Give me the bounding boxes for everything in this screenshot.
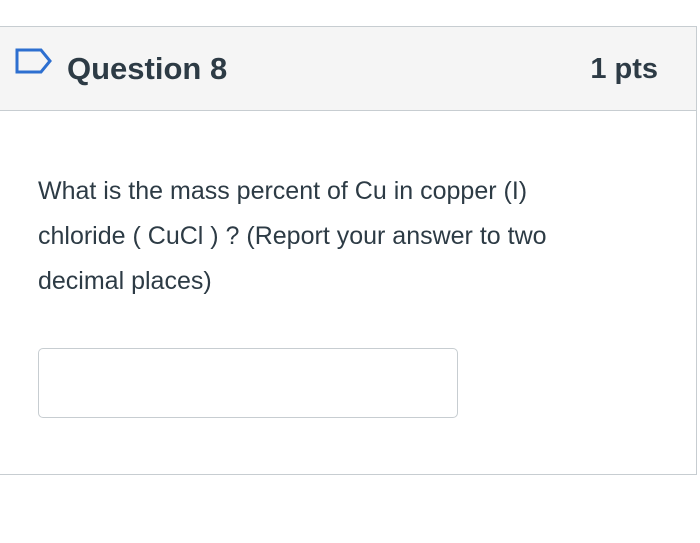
- flag-icon[interactable]: [14, 47, 54, 75]
- question-header: Question 8 1 pts: [0, 27, 696, 111]
- question-text-line: chloride ( CuCl ) ? (Report your answer …: [38, 222, 547, 250]
- question-title: Question 8: [67, 51, 228, 86]
- question-card: Question 8 1 pts What is the mass percen…: [0, 26, 697, 475]
- question-text-line: decimal places): [38, 267, 212, 295]
- question-text: What is the mass percent of Cu in copper…: [38, 169, 668, 304]
- question-points: 1 pts: [590, 53, 658, 85]
- question-text-line: What is the mass percent of Cu in copper…: [38, 177, 528, 205]
- answer-input[interactable]: [38, 348, 458, 418]
